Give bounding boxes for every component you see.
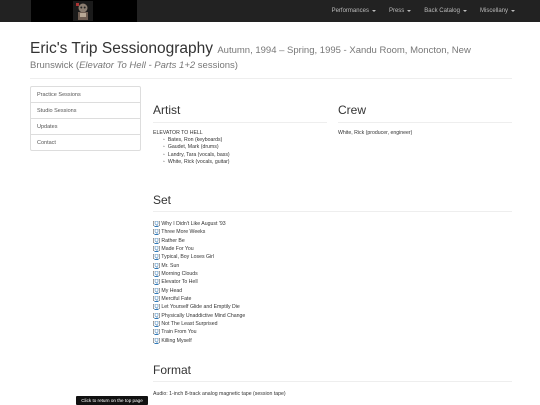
song-title: Physically Unaddictive Mind Change <box>161 312 246 319</box>
quicktime-link[interactable]: Q <box>154 238 158 244</box>
nav-menu: Performances Press Back Catalog Miscella… <box>319 0 515 22</box>
crew-divider <box>338 122 512 123</box>
nav-press[interactable]: Press <box>389 8 412 14</box>
caret-down-icon <box>462 10 467 12</box>
set-divider <box>153 211 512 212</box>
nav-back-catalog[interactable]: Back Catalog <box>424 8 467 14</box>
set-list-item: [Q] Mr. Sun <box>153 262 180 269</box>
page-subtitle-a: Autumn, 1994 – Spring, 1995 - Xandu Room… <box>217 45 471 56</box>
song-title: Merciful Fate <box>161 296 192 303</box>
set-list-item: [Q] Morning Clouds <box>153 271 198 278</box>
artist-heading: Artist <box>153 103 181 117</box>
quicktime-link[interactable]: Q <box>154 321 158 327</box>
quicktime-link[interactable]: Q <box>154 221 158 227</box>
page-title: Eric's Trip Sessionography Autumn, 1994 … <box>30 40 512 79</box>
song-title: Let Yourself Glide and Emptily Die <box>161 304 240 311</box>
nav-miscellany[interactable]: Miscellany <box>480 8 515 14</box>
quicktime-link[interactable]: Q <box>154 288 158 294</box>
quicktime-link[interactable]: Q <box>154 296 158 302</box>
artist-section: ELEVATOR TO HELL Bates, Ron (keyboards) … <box>153 130 230 166</box>
caret-down-icon <box>371 10 376 12</box>
list-item: Gaudet, Mark (drums) <box>163 144 230 151</box>
format-heading: Format <box>153 363 192 377</box>
song-title: Elevator To Hell <box>161 279 198 286</box>
caret-down-icon <box>407 10 412 12</box>
song-title: Train From You <box>161 329 197 336</box>
quicktime-link[interactable]: Q <box>154 246 158 252</box>
quicktime-link[interactable]: Q <box>154 271 158 277</box>
artist-divider <box>153 122 327 123</box>
list-item: Bates, Ron (keyboards) <box>163 137 230 144</box>
set-list-item: [Q] Made For You <box>153 246 194 253</box>
quicktime-link[interactable]: Q <box>154 254 158 260</box>
set-list-item: [Q] Merciful Fate <box>153 296 192 303</box>
sidebar-item-updates[interactable]: Updates <box>30 118 141 135</box>
set-list-item: [Q] Train From You <box>153 329 197 336</box>
song-title: My Head <box>161 287 183 294</box>
set-list-item: [Q] Elevator To Hell <box>153 279 198 286</box>
quicktime-link[interactable]: Q <box>154 304 158 310</box>
list-item: Landry, Tara (vocals, bass) <box>163 152 230 159</box>
song-title: Three More Weeks <box>161 229 206 236</box>
set-list-item: [Q] Typical, Boy Loses Girl <box>153 254 215 261</box>
set-list-item: [Q] Let Yourself Glide and Emptily Die <box>153 304 240 311</box>
sidebar-item-contact[interactable]: Contact <box>30 134 141 151</box>
song-title: Killing Myself <box>161 337 192 344</box>
quicktime-link[interactable]: Q <box>154 338 158 344</box>
list-item: White, Rick (vocals, guitar) <box>163 159 230 166</box>
quicktime-link[interactable]: Q <box>154 329 158 335</box>
quicktime-link[interactable]: Q <box>154 279 158 285</box>
page-subtitle-b: Brunswick (Elevator To Hell - Parts 1+2 … <box>30 60 238 71</box>
set-list-item: [Q] Killing Myself <box>153 337 192 344</box>
song-title: Rather Be <box>161 237 185 244</box>
set-list-item: [Q] Physically Unaddictive Mind Change <box>153 312 246 319</box>
song-title: Not The Least Surprised <box>161 321 218 328</box>
nav-performances[interactable]: Performances <box>332 8 376 14</box>
sidebar-item-practice-sessions[interactable]: Practice Sessions <box>30 86 141 103</box>
page-title-main: Eric's Trip Sessionography <box>30 40 214 57</box>
site-logo[interactable] <box>31 0 137 22</box>
top-navbar: Performances Press Back Catalog Miscella… <box>0 0 540 22</box>
quicktime-link[interactable]: Q <box>154 263 158 269</box>
member-list: Bates, Ron (keyboards) Gaudet, Mark (dru… <box>153 137 230 166</box>
caret-down-icon <box>511 10 515 12</box>
set-list-item: [Q] Not The Least Surprised <box>153 321 218 328</box>
quicktime-link[interactable]: Q <box>154 313 158 319</box>
set-list-item: [Q] Rather Be <box>153 237 185 244</box>
set-list-item: [Q] Three More Weeks <box>153 229 206 236</box>
format-divider <box>153 381 512 382</box>
band-name: ELEVATOR TO HELL <box>153 130 203 136</box>
song-title: Typical, Boy Loses Girl <box>161 254 215 261</box>
crew-text: White, Rick (producer, engineer) <box>338 130 413 136</box>
sidebar-menu: Practice Sessions Studio Sessions Update… <box>30 86 141 151</box>
set-list-item: [Q] Why I Didn't Like August '93 <box>153 221 226 227</box>
set-heading: Set <box>153 193 172 207</box>
set-list-item: [Q] My Head <box>153 287 183 294</box>
back-to-top-tooltip[interactable]: Click to return on the top page <box>76 396 148 405</box>
song-title: Mr. Sun <box>161 262 180 269</box>
song-title: Made For You <box>161 246 194 253</box>
sidebar-item-studio-sessions[interactable]: Studio Sessions <box>30 102 141 119</box>
format-text: Audio: 1-inch 8-track analog magnetic ta… <box>153 391 286 397</box>
set-list: [Q] Why I Didn't Like August '93 [Q] Thre… <box>153 220 245 345</box>
quicktime-link[interactable]: Q <box>154 229 158 235</box>
song-title: Why I Didn't Like August '93 <box>161 221 226 227</box>
band-logo-icon <box>73 1 93 21</box>
song-title: Morning Clouds <box>161 271 198 278</box>
crew-heading: Crew <box>338 103 367 117</box>
